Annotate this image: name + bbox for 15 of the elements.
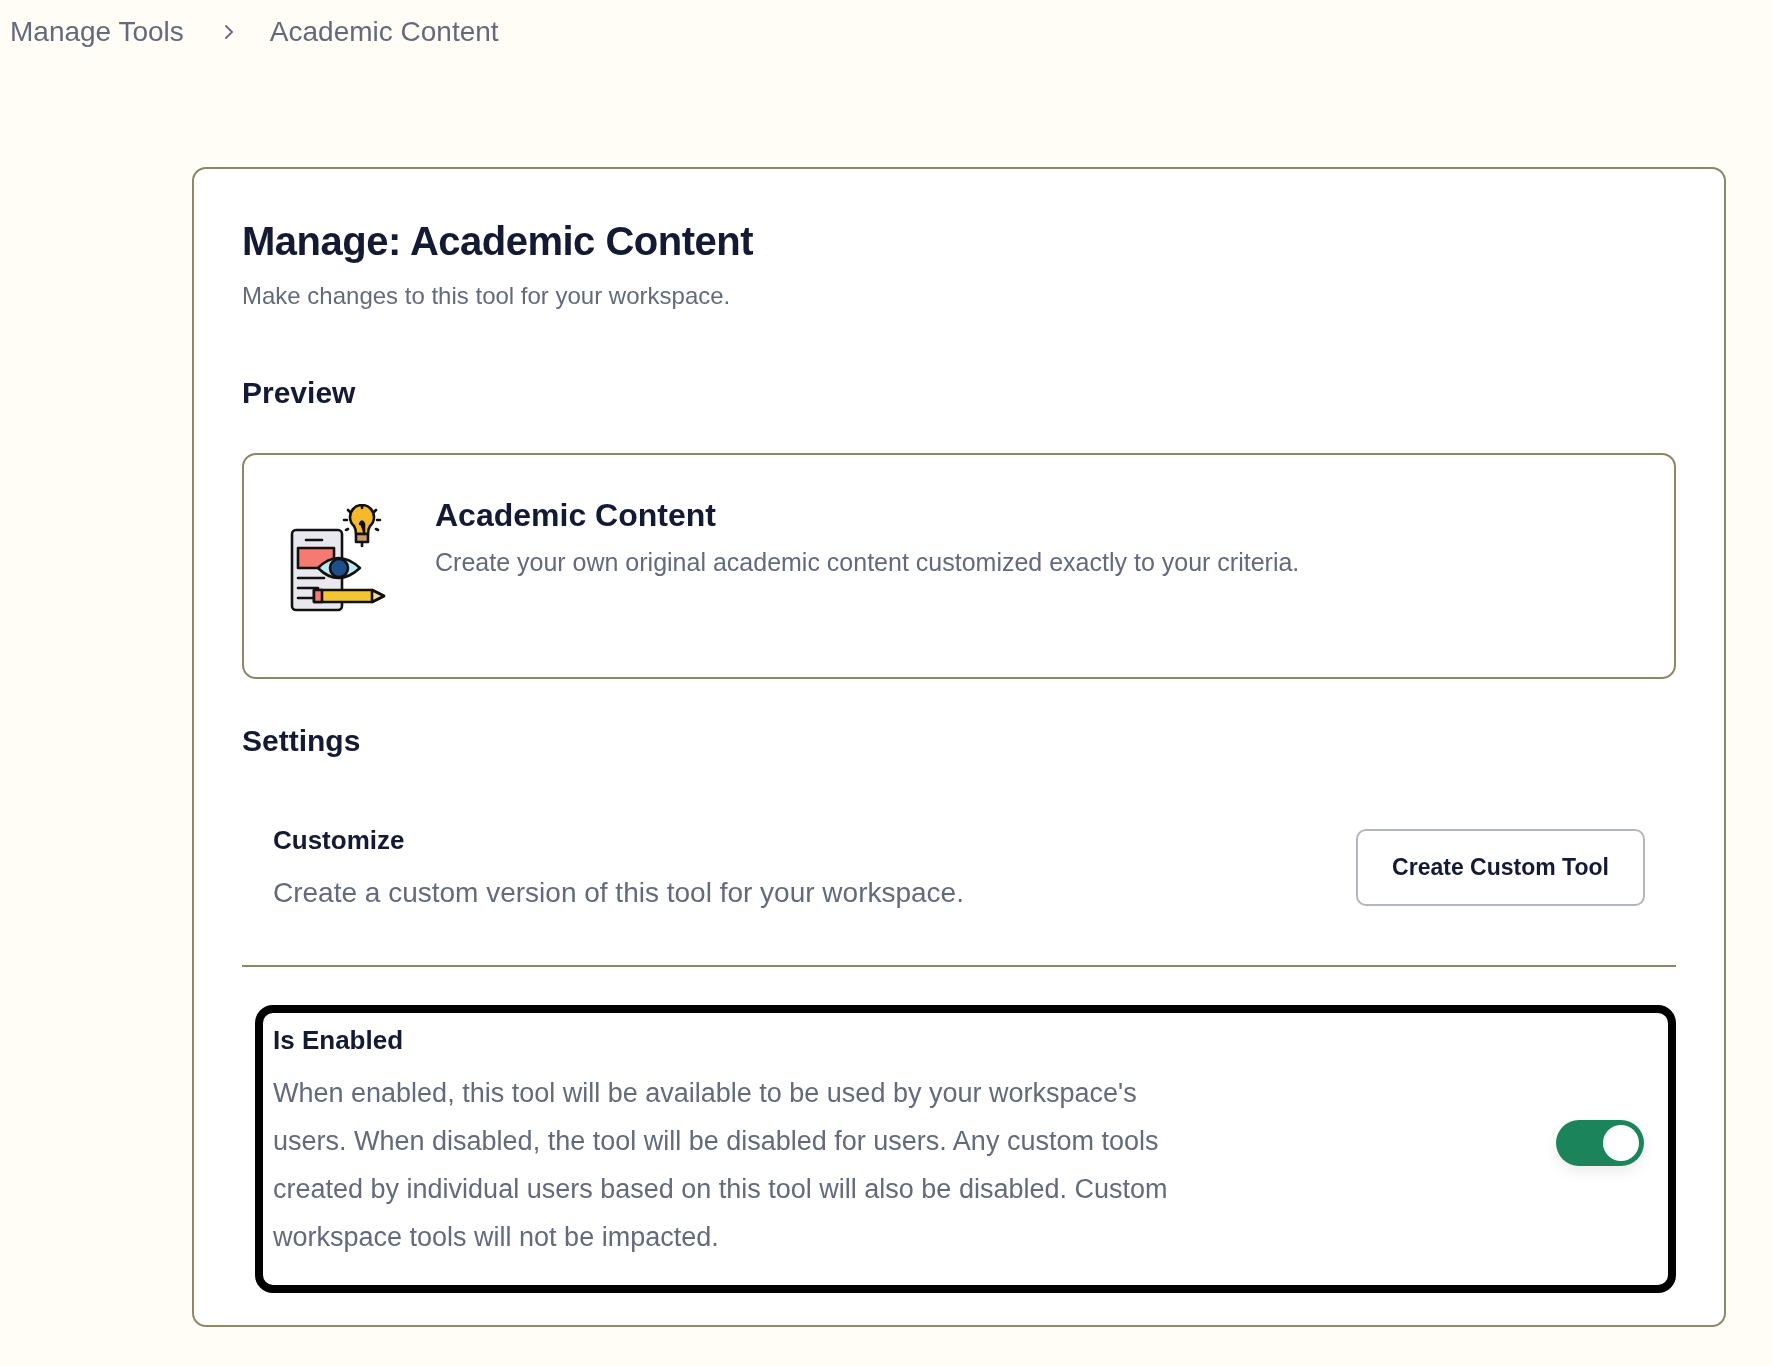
section-heading: Settings — [242, 723, 362, 759]
setting-description: Create a custom version of this tool for your workspace. — [273, 876, 964, 910]
tool-description: Create your own original academic content customized exactly to your criteria. — [435, 547, 1300, 577]
setting-description: When enabled, this tool will be available to be used by your workspace's users. When disabled, the tool will be disabled for users. Any custom tools created by individual users based on this tool will also be disabled. Custom workspace tools will not be impacted. — [273, 1077, 1169, 1254]
page-subtitle: Make changes to this tool for your workspace. — [242, 281, 732, 311]
tool-name: Academic Content — [435, 496, 717, 534]
toggle-switch[interactable] — [1556, 1119, 1644, 1166]
breadcrumb-current: Academic Content — [269, 15, 499, 49]
breadcrumb-link[interactable]: Manage Tools — [10, 15, 184, 49]
create-custom-tool-button[interactable]: Create Custom Tool — [1356, 828, 1645, 906]
chevron-right-icon — [223, 24, 234, 40]
page-title: Manage: Academic Content — [242, 218, 755, 264]
setting-title: Is Enabled — [273, 1024, 405, 1056]
setting-title: Customize — [273, 824, 406, 856]
section-heading: Preview — [242, 375, 357, 411]
